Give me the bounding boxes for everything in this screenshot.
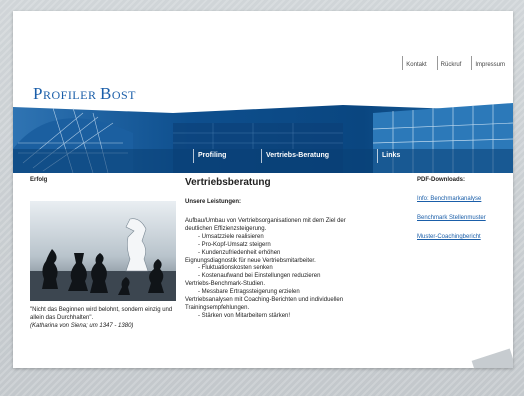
main-nav: Profiling Vertriebs-Beratung Links <box>13 149 513 163</box>
left-column: Erfolg <box>30 177 170 183</box>
section-subtitle: Unsere Leistungen: <box>185 199 242 205</box>
service-line: - Kundenzufriedenheit erhöhen <box>198 249 281 256</box>
chess-image <box>30 201 176 301</box>
download-link-stellenmuster[interactable]: Benchmark Stellenmuster <box>417 215 513 221</box>
service-line: - Stärken von Mitarbeitern stärken! <box>198 312 291 319</box>
service-line: - Pro-Kopf-Umsatz steigern <box>198 241 271 248</box>
download-link-benchmarkanalyse[interactable]: Info: Benchmarkanalyse <box>417 196 513 202</box>
service-line: deutlichen Effizienzsteigerung. <box>185 225 267 232</box>
services-list: Aufbau/Umbau von Vertriebsorganisationen… <box>185 218 395 321</box>
page-card: Kontakt Rückruf Impressum PROFILER BOST <box>13 11 513 368</box>
nav-link-impressum[interactable]: Impressum <box>471 56 505 70</box>
top-nav: Kontakt Rückruf Impressum <box>402 56 505 70</box>
tab-vertriebs-beratung[interactable]: Vertriebs-Beratung <box>261 149 329 163</box>
service-line: Aufbau/Umbau von Vertriebsorganisationen… <box>185 218 346 224</box>
logo[interactable]: PROFILER BOST <box>33 84 136 104</box>
nav-link-kontakt[interactable]: Kontakt <box>402 56 427 70</box>
downloads-column: PDF-Downloads: Info: Benchmarkanalyse Be… <box>417 177 513 253</box>
service-line: Vertriebs-Benchmark-Studien. <box>185 281 266 288</box>
service-line: Trainingsempfehlungen. <box>185 304 250 311</box>
service-line: - Kostenaufwand bei Einstellungen reduzi… <box>198 273 321 280</box>
service-line: - Umsatzziele realisieren <box>198 233 264 240</box>
service-line: Eignungsdiagnostik für neue Vertriebsmit… <box>185 257 316 264</box>
download-link-coachingbericht[interactable]: Muster-Coachingbericht <box>417 234 513 240</box>
quote-author: (Katharina von Siena; um 1347 - 1380) <box>30 323 134 329</box>
service-line: - Messbare Ertragssteigerung erzielen <box>198 289 300 296</box>
service-line: Vertriebsanalysen mit Coaching-Berichten… <box>185 297 344 304</box>
quote-text: "Nicht das Beginnen wird belohnt, sonder… <box>30 307 173 321</box>
nav-link-rueckruf[interactable]: Rückruf <box>436 56 461 70</box>
quote: "Nicht das Beginnen wird belohnt, sonder… <box>30 306 180 330</box>
main-content: Vertriebsberatung Unsere Leistungen: Auf… <box>185 177 395 321</box>
background: Kontakt Rückruf Impressum PROFILER BOST <box>0 0 524 396</box>
page-title: Vertriebsberatung <box>185 177 271 188</box>
downloads-heading: PDF-Downloads: <box>417 177 465 183</box>
left-heading: Erfolg <box>30 177 48 183</box>
service-line: - Fluktuationskosten senken <box>198 265 273 272</box>
page-corner <box>471 348 513 368</box>
tab-links[interactable]: Links <box>377 149 400 163</box>
tab-profiling[interactable]: Profiling <box>193 149 226 163</box>
